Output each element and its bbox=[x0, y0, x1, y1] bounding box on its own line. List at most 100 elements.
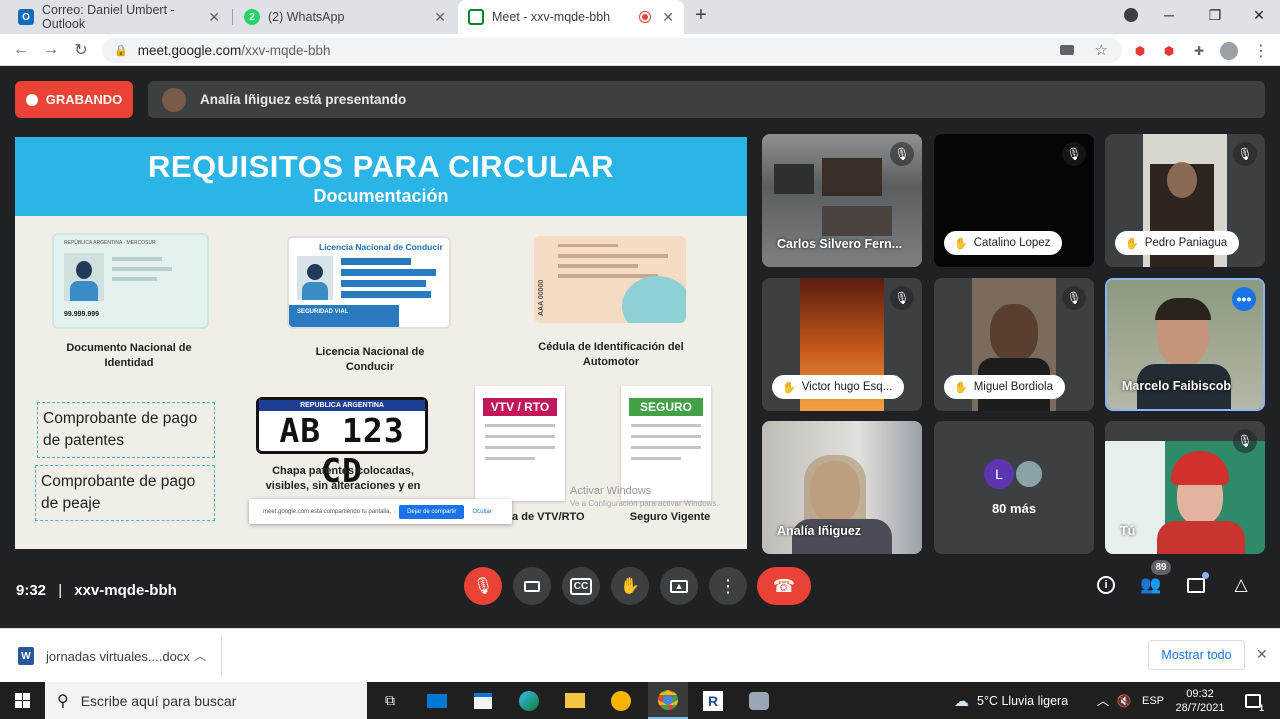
activities-button[interactable]: △ bbox=[1228, 572, 1254, 598]
participant-tile[interactable]: 🎙 ✋ Victor hugo Esq... bbox=[762, 278, 922, 411]
leave-call-button[interactable]: ☎ bbox=[757, 567, 811, 605]
clock[interactable]: 09:32 28/7/2021 bbox=[1170, 682, 1230, 719]
store-app-icon[interactable] bbox=[468, 682, 498, 719]
lock-icon: 🔒 bbox=[114, 45, 128, 57]
back-button[interactable]: ← bbox=[10, 40, 32, 60]
tab-whatsapp[interactable]: 2 (2) WhatsApp ✕ bbox=[234, 0, 456, 34]
close-download-bar-icon[interactable]: ✕ bbox=[1256, 646, 1268, 663]
adblock-extension-icon[interactable]: ⬢ bbox=[1131, 42, 1149, 60]
chat-button[interactable] bbox=[1183, 572, 1209, 598]
raised-hand-badge: ✋ Catalino Lopez bbox=[944, 231, 1063, 255]
participant-tile[interactable]: 🎙 ✋ Pedro Paniagua bbox=[1105, 134, 1265, 267]
search-icon: ⚲ bbox=[57, 692, 69, 710]
minimize-button[interactable]: ─ bbox=[1146, 0, 1192, 30]
profile-avatar[interactable] bbox=[1220, 42, 1238, 60]
bookmark-star-icon[interactable]: ☆ bbox=[1095, 41, 1108, 59]
download-bar: W jornadas virtuales....docx ︿ Mostrar t… bbox=[0, 628, 1280, 682]
forward-button[interactable]: → bbox=[40, 40, 62, 60]
participant-tile[interactable]: 🎙 ✋ Miguel Bordiola bbox=[934, 278, 1094, 411]
people-icon: 👥 bbox=[1140, 575, 1162, 594]
close-icon[interactable]: ✕ bbox=[434, 9, 446, 26]
raised-hand-badge: ✋ Miguel Bordiola bbox=[944, 375, 1065, 399]
more-participants-label: 80 más bbox=[991, 501, 1037, 516]
clock-date: 28/7/2021 bbox=[1175, 701, 1225, 714]
windows-start-button[interactable] bbox=[0, 682, 44, 719]
chat-icon bbox=[1187, 577, 1205, 593]
new-tab-button[interactable]: + bbox=[686, 0, 716, 30]
chrome-app-icon[interactable] bbox=[648, 682, 688, 719]
meeting-details-button[interactable]: i bbox=[1093, 572, 1119, 598]
participant-tile[interactable]: 🎙 Carlos Silvero Fern... bbox=[762, 134, 922, 267]
edge-app-icon[interactable] bbox=[514, 682, 544, 719]
dni-card-header: REPÚBLICA ARGENTINA - MERCOSUR bbox=[64, 240, 156, 246]
file-explorer-icon[interactable] bbox=[560, 682, 590, 719]
participant-name: Victor hugo Esq... bbox=[801, 381, 893, 393]
participants-button[interactable]: 👥 bbox=[1138, 572, 1164, 598]
license-plate-image: REPUBLICA ARGENTINA AB 123 CD bbox=[256, 397, 428, 490]
recording-button[interactable]: GRABANDO bbox=[15, 81, 133, 118]
volume-muted-icon[interactable]: 🔇 bbox=[1114, 682, 1134, 719]
seguro-header: SEGURO bbox=[629, 398, 703, 416]
outlook-icon: O bbox=[18, 9, 34, 25]
extension-icon[interactable]: ⬢ bbox=[1160, 42, 1178, 60]
participant-name: Marcelo Faibiscob bbox=[1122, 379, 1232, 393]
url-host: meet.google.com bbox=[137, 43, 242, 58]
windows-watermark-sub: Ve a Configuración para activar Windows. bbox=[570, 499, 719, 508]
tab-title: Correo: Daniel Umbert - Outlook bbox=[42, 3, 175, 31]
tab-meet[interactable]: Meet - xxv-mqde-bbh ✕ bbox=[458, 0, 684, 34]
participant-tile-active-speaker[interactable]: ••• Marcelo Faibiscob bbox=[1105, 278, 1265, 411]
dni-card-image: REPÚBLICA ARGENTINA - MERCOSUR 99.999.99… bbox=[52, 233, 209, 329]
seguro-document-image: SEGURO bbox=[621, 386, 711, 501]
camera-toggle-button[interactable] bbox=[513, 567, 551, 605]
raise-hand-button[interactable]: ✋ bbox=[611, 567, 649, 605]
participant-name: Analía Iñiguez bbox=[777, 524, 862, 538]
present-button[interactable]: ▲ bbox=[660, 567, 698, 605]
mic-toggle-button[interactable]: 🎙 bbox=[464, 567, 502, 605]
more-options-icon[interactable]: ••• bbox=[1232, 287, 1256, 311]
comprobante-patentes-box: Comprobante de pago de patentes bbox=[37, 402, 215, 458]
show-all-downloads-button[interactable]: Mostrar todo bbox=[1148, 640, 1245, 670]
raised-hand-badge: ✋ Pedro Paniagua bbox=[1115, 231, 1240, 255]
app-icon[interactable] bbox=[744, 682, 774, 719]
record-dot-icon bbox=[25, 93, 38, 106]
participant-tile[interactable]: Analía Iñiguez bbox=[762, 421, 922, 554]
toolbar: ← → ↻ 🔒 meet.google.com/xxv-mqde-bbh ☆ ⬢… bbox=[0, 34, 1280, 66]
address-bar[interactable]: 🔒 meet.google.com/xxv-mqde-bbh ☆ bbox=[102, 38, 1122, 63]
task-view-icon[interactable]: ⧉ bbox=[375, 682, 405, 719]
chevron-up-icon[interactable]: ︿ bbox=[194, 647, 206, 664]
weather-text: 5°C Lluvia ligera bbox=[977, 693, 1069, 708]
stop-sharing-button[interactable]: Dejar de compartir bbox=[399, 504, 465, 519]
mail-app-icon[interactable] bbox=[422, 682, 452, 719]
input-language[interactable]: ESP bbox=[1140, 682, 1166, 719]
download-filename[interactable]: jornadas virtuales....docx bbox=[46, 649, 190, 664]
close-window-button[interactable]: ✕ bbox=[1236, 0, 1280, 30]
more-options-button[interactable]: ⋮ bbox=[709, 567, 747, 605]
mic-off-icon: 🎙 bbox=[1233, 142, 1257, 166]
camera-icon[interactable] bbox=[1060, 45, 1074, 55]
participant-tile[interactable]: 🎙 ✋ Catalino Lopez bbox=[934, 134, 1094, 267]
menu-icon[interactable]: ⋮ bbox=[1252, 42, 1270, 60]
app-icon[interactable] bbox=[606, 682, 636, 719]
notification-count: 1 bbox=[1258, 703, 1264, 713]
close-icon[interactable]: ✕ bbox=[662, 9, 674, 26]
camera-icon bbox=[524, 580, 540, 592]
weather-widget[interactable]: ☁ 5°C Lluvia ligera bbox=[954, 682, 1089, 719]
maximize-button[interactable]: ❐ bbox=[1192, 0, 1238, 30]
self-view-tile[interactable]: 🎙 Tú bbox=[1105, 421, 1265, 554]
app-icon[interactable]: R bbox=[698, 682, 728, 719]
divider bbox=[221, 637, 222, 675]
captions-button[interactable]: CC bbox=[562, 567, 600, 605]
notifications-button[interactable]: 1 bbox=[1238, 682, 1268, 719]
captions-icon: CC bbox=[569, 577, 593, 595]
avatar bbox=[1014, 459, 1044, 489]
reload-button[interactable]: ↻ bbox=[70, 40, 92, 60]
puzzle-icon[interactable]: ✚ bbox=[1190, 42, 1208, 60]
tab-outlook[interactable]: O Correo: Daniel Umbert - Outlook ✕ bbox=[8, 0, 230, 34]
more-participants-tile[interactable]: L 80 más bbox=[934, 421, 1094, 554]
mic-off-icon: 🎙 bbox=[1062, 286, 1086, 310]
chevron-up-icon[interactable]: ︿ bbox=[1094, 682, 1112, 719]
taskbar-search-box[interactable]: ⚲ Escribe aquí para buscar bbox=[45, 682, 367, 719]
hide-notice-button[interactable]: Ocultar bbox=[472, 509, 491, 515]
close-icon[interactable]: ✕ bbox=[208, 9, 220, 26]
participant-name: Pedro Paniagua bbox=[1144, 237, 1228, 249]
